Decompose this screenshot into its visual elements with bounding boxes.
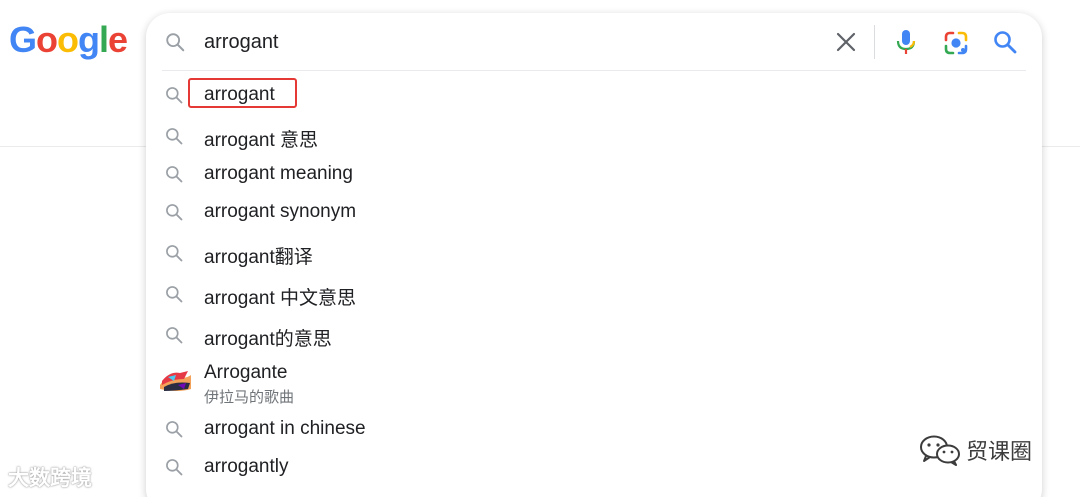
suggestion-item[interactable]: arrogant 中文意思: [146, 274, 1042, 314]
search-submit-icon[interactable]: [992, 29, 1018, 55]
suggestion-text: arrogant 中文意思: [204, 288, 357, 309]
search-icon: [166, 245, 183, 262]
suggestion-item[interactable]: arrogant翻译: [146, 233, 1042, 273]
suggestion-text: arrogant in chinese: [204, 418, 366, 439]
suggestion-text: arrogant翻译: [204, 247, 313, 268]
suggestion-text: arrogantly: [204, 456, 289, 477]
suggestion-item[interactable]: arrogant meaning: [146, 154, 1042, 194]
suggestion-item[interactable]: arrogant in chinese: [146, 409, 1042, 449]
watermark-left: 大数跨境: [8, 462, 92, 492]
search-bar: [146, 13, 1042, 71]
search-icon: [166, 166, 183, 183]
logo-letter: e: [108, 19, 128, 60]
highlight-annotation-box: [188, 78, 297, 108]
suggestion-subtitle: 伊拉马的歌曲: [204, 389, 295, 406]
search-icon: [166, 204, 183, 221]
suggestion-item[interactable]: arrogant synonym: [146, 192, 1042, 232]
logo-letter: o: [36, 19, 58, 60]
suggestion-item[interactable]: arrogant的意思: [146, 315, 1042, 355]
watermark-right-text: 贸课圈: [966, 440, 1033, 465]
toolbar-divider: [874, 25, 875, 59]
watermark-left-text: 大数跨境: [8, 466, 92, 490]
logo-letter: g: [78, 19, 100, 60]
google-logo[interactable]: Google: [9, 19, 128, 60]
logo-letter: o: [57, 19, 79, 60]
search-icon: [166, 87, 183, 104]
suggestion-text: Arrogante: [204, 362, 288, 383]
suggestion-item[interactable]: arrogantly: [146, 447, 1042, 487]
suggestion-item[interactable]: arrogant 意思: [146, 116, 1042, 156]
microphone-icon[interactable]: [894, 28, 918, 56]
camera-lens-icon[interactable]: [943, 30, 969, 56]
suggestion-text: arrogant 意思: [204, 130, 319, 151]
logo-letter: G: [9, 19, 37, 60]
search-icon: [166, 128, 183, 145]
suggestion-text: arrogant meaning: [204, 163, 353, 184]
search-icon: [166, 327, 183, 344]
dropdown-divider: [162, 70, 1026, 71]
suggestion-entity-item[interactable]: Arrogante 伊拉马的歌曲: [146, 361, 1042, 407]
wechat-icon: [920, 435, 960, 466]
suggestion-text: arrogant的意思: [204, 329, 332, 350]
close-icon[interactable]: [834, 30, 858, 54]
logo-letter: l: [99, 19, 109, 60]
search-icon: [166, 286, 183, 303]
search-icon: [166, 459, 183, 476]
suggestion-text: arrogant synonym: [204, 201, 357, 222]
album-thumbnail: [158, 367, 192, 397]
search-icon: [166, 33, 185, 52]
search-input[interactable]: [204, 28, 804, 56]
watermark-right: 贸课圈: [918, 433, 1032, 467]
search-icon: [166, 421, 183, 438]
